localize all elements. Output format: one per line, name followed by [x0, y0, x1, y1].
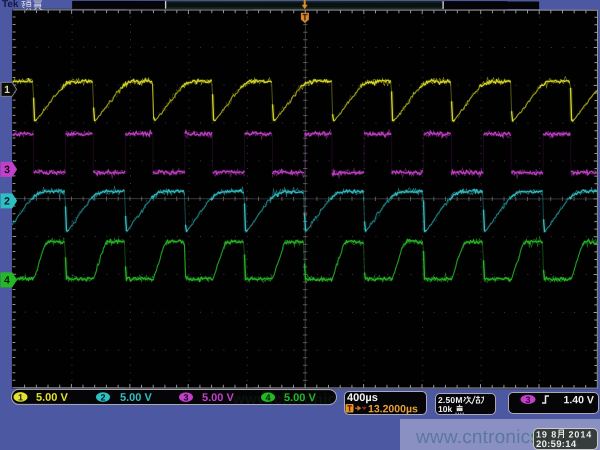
svg-text:2: 2	[4, 195, 10, 207]
svg-text:13.2000µs: 13.2000µs	[368, 403, 418, 415]
svg-text:5.00 V: 5.00 V	[36, 391, 68, 403]
svg-text:4: 4	[265, 392, 270, 402]
svg-text:1: 1	[4, 84, 10, 96]
svg-text:5.00 V: 5.00 V	[120, 391, 152, 403]
svg-text:1: 1	[18, 392, 23, 402]
svg-text:2: 2	[100, 392, 105, 402]
svg-text:3: 3	[4, 164, 10, 176]
svg-text:5.00 V: 5.00 V	[202, 391, 234, 403]
svg-text:1.40 V: 1.40 V	[563, 394, 593, 406]
svg-text:4: 4	[4, 274, 10, 286]
svg-text:3: 3	[183, 392, 188, 402]
svg-text:5.00 V: 5.00 V	[284, 392, 316, 404]
svg-text:3: 3	[525, 394, 530, 404]
